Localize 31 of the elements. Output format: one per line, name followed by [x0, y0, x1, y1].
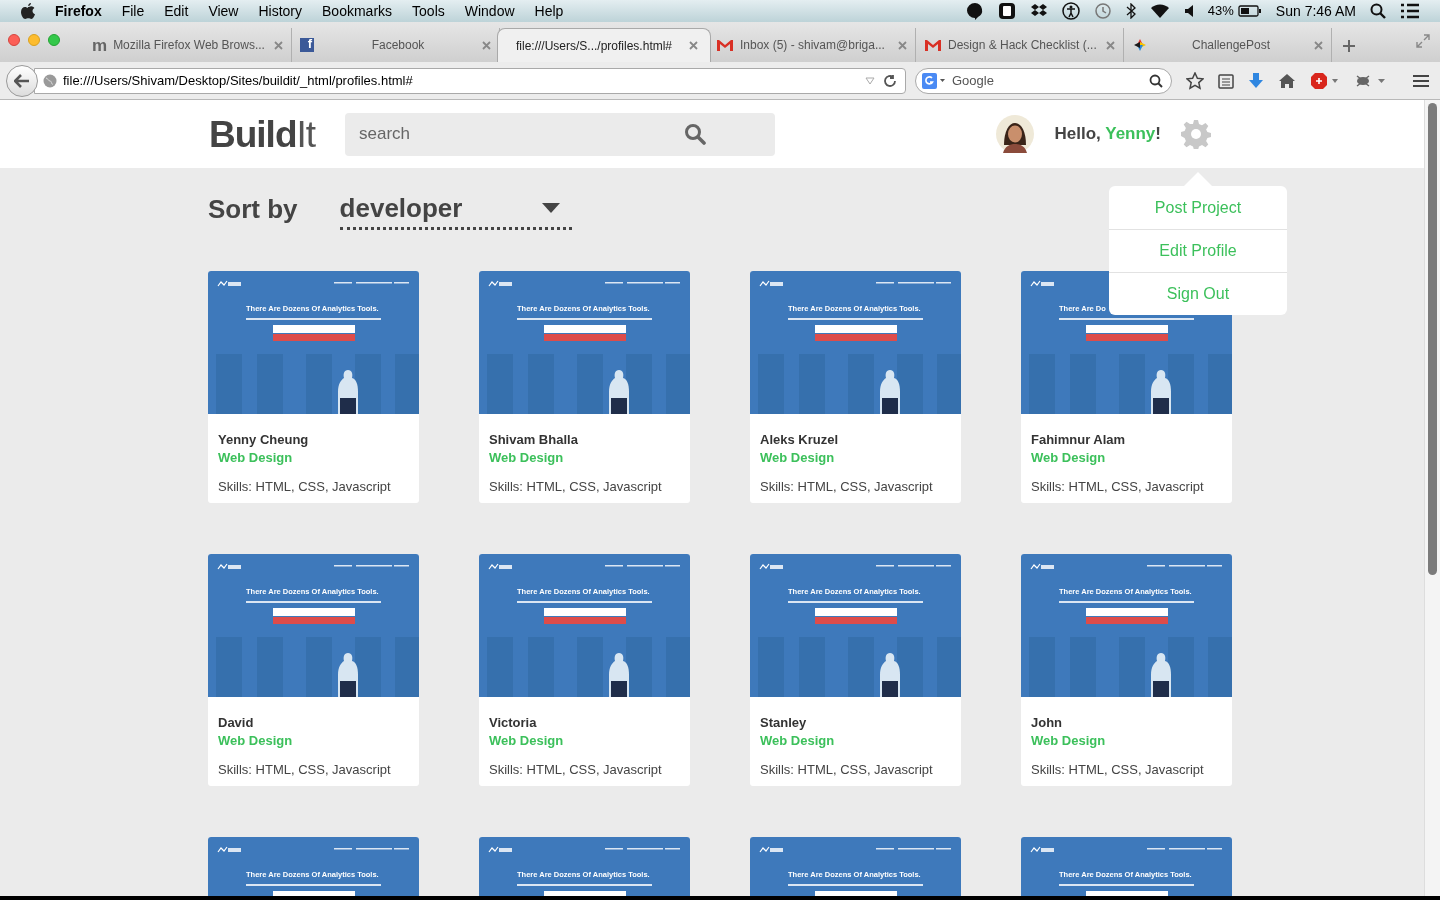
profile-category: Web Design — [489, 732, 564, 750]
profile-category: Web Design — [760, 732, 835, 750]
profile-name: David — [218, 714, 254, 732]
profile-name: Fahimnur Alam — [1031, 431, 1126, 449]
profile-skills: Skills: HTML, CSS, Javascript — [489, 478, 662, 496]
profile-category: Web Design — [1031, 732, 1106, 750]
profile-category: Web Design — [760, 449, 835, 467]
sort-label: Sort by — [208, 196, 298, 226]
address-text: file:///Users/Shivam/Desktop/Sites/buildit/_html/profiles.html# — [63, 71, 413, 90]
facebook-icon: f — [300, 38, 314, 52]
profile-name: John — [1031, 714, 1063, 732]
profile-skills: Skills: HTML, CSS, Javascript — [489, 761, 662, 779]
profile-name: Aleks Kruzel — [760, 431, 839, 449]
profile-category: Web Design — [489, 449, 564, 467]
profile-skills: Skills: HTML, CSS, Javascript — [1031, 761, 1204, 779]
profile-name: Yenny Cheung — [218, 431, 309, 449]
profile-name: Shivam Bhalla — [489, 431, 578, 449]
profile-skills: Skills: HTML, CSS, Javascript — [218, 478, 391, 496]
greeting-text: Hello, Yenny! — [1054, 123, 1161, 146]
profile-skills: Skills: HTML, CSS, Javascript — [760, 478, 933, 496]
profile-category: Web Design — [218, 732, 293, 750]
profile-name: Victoria — [489, 714, 537, 732]
profile-skills: Skills: HTML, CSS, Javascript — [218, 761, 391, 779]
battery-percent: 43% — [1207, 2, 1234, 21]
profile-category: Web Design — [218, 449, 293, 467]
favicon: m — [92, 36, 108, 54]
profile-skills: Skills: HTML, CSS, Javascript — [1031, 478, 1204, 496]
profile-category: Web Design — [1031, 449, 1106, 467]
profile-name: Stanley — [760, 714, 807, 732]
profile-skills: Skills: HTML, CSS, Javascript — [760, 761, 933, 779]
web-search-placeholder: Google — [952, 71, 994, 90]
